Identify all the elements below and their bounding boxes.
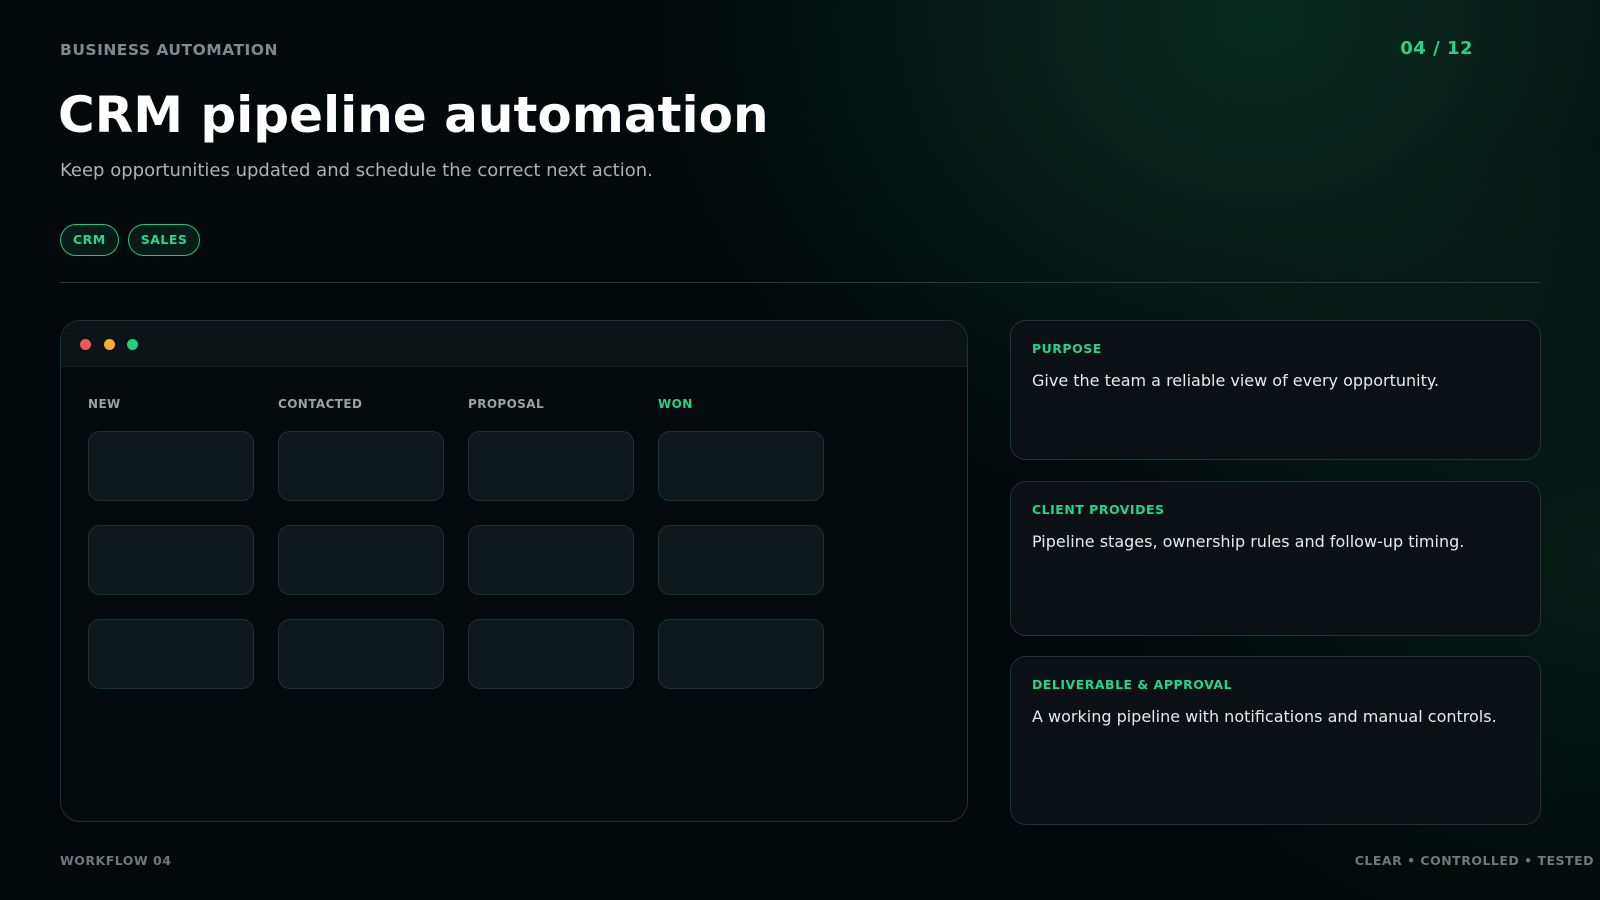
tag-list: CRM SALES: [60, 224, 201, 256]
panel-label: PURPOSE: [1032, 341, 1102, 356]
column-header-contacted: CONTACTED: [278, 397, 363, 411]
panel-purpose: PURPOSE Give the team a reliable view of…: [1010, 320, 1541, 460]
column-header-new: NEW: [88, 397, 121, 411]
pipeline-window-mockup: NEW CONTACTED PROPOSAL WON: [60, 320, 968, 822]
panel-text: A working pipeline with notifications an…: [1032, 707, 1497, 726]
pipeline-card[interactable]: [278, 525, 444, 595]
pipeline-card[interactable]: [658, 525, 824, 595]
panel-text: Give the team a reliable view of every o…: [1032, 371, 1440, 390]
panel-text: Pipeline stages, ownership rules and fol…: [1032, 532, 1465, 551]
pipeline-card[interactable]: [658, 431, 824, 501]
panel-label: CLIENT PROVIDES: [1032, 502, 1165, 517]
page-counter: 04 / 12: [1400, 38, 1473, 59]
pipeline-card[interactable]: [278, 431, 444, 501]
pipeline-card[interactable]: [88, 431, 254, 501]
window-title-bar: [61, 321, 967, 367]
section-kicker: BUSINESS AUTOMATION: [60, 41, 278, 59]
pipeline-card[interactable]: [468, 525, 634, 595]
page-subtitle: Keep opportunities updated and schedule …: [60, 160, 653, 181]
panel-label: DELIVERABLE & APPROVAL: [1032, 677, 1233, 692]
pipeline-card[interactable]: [88, 525, 254, 595]
tag-crm: CRM: [60, 224, 119, 256]
pipeline-card[interactable]: [468, 619, 634, 689]
tag-sales: SALES: [127, 224, 201, 256]
column-header-proposal: PROPOSAL: [468, 397, 545, 411]
pipeline-card[interactable]: [278, 619, 444, 689]
pipeline-card[interactable]: [658, 619, 824, 689]
panel-client-provides: CLIENT PROVIDES Pipeline stages, ownersh…: [1010, 481, 1541, 636]
panel-deliverable-approval: DELIVERABLE & APPROVAL A working pipelin…: [1010, 656, 1541, 825]
header-divider: [60, 282, 1541, 283]
footer-workflow-label: WORKFLOW 04: [60, 853, 172, 868]
pipeline-card[interactable]: [468, 431, 634, 501]
window-close-dot-icon: [80, 339, 91, 350]
window-minimize-dot-icon: [104, 339, 115, 350]
pipeline-card[interactable]: [88, 619, 254, 689]
footer-tagline: CLEAR • CONTROLLED • TESTED: [1354, 853, 1594, 868]
page-title: CRM pipeline automation: [58, 86, 769, 144]
column-header-won: WON: [658, 397, 693, 411]
window-maximize-dot-icon: [127, 339, 138, 350]
